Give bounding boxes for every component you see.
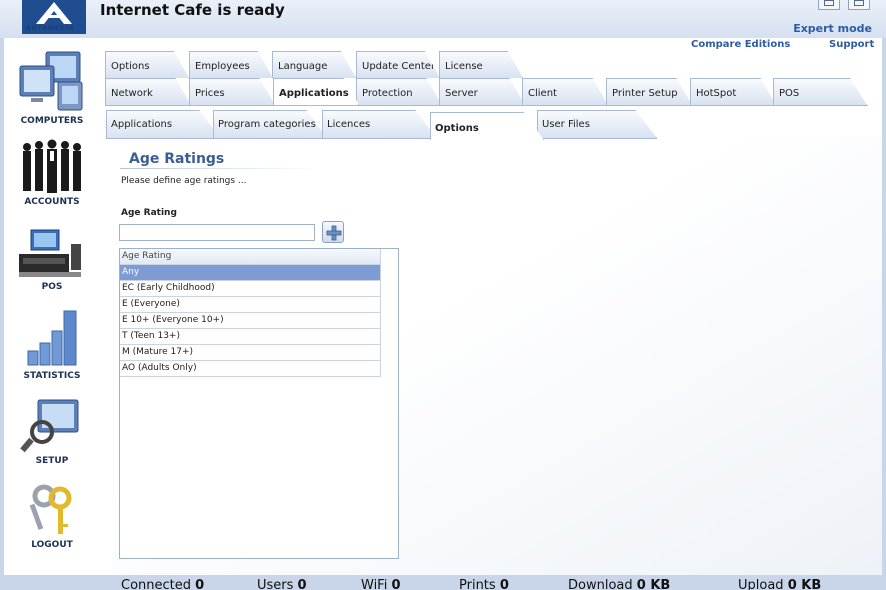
- sidebar-item-label: COMPUTERS: [20, 116, 84, 126]
- table-row[interactable]: AO (Adults Only): [120, 361, 381, 377]
- support-link[interactable]: Support: [829, 39, 874, 50]
- logo-text: ANTAMEDIA: [26, 25, 75, 32]
- sidebar-item-label: STATISTICS: [23, 371, 81, 381]
- window-icon: [824, 0, 834, 6]
- section-description: Please define age ratings ...: [121, 176, 247, 186]
- age-rating-label: Age Rating: [121, 208, 177, 218]
- pos-icon: [19, 229, 81, 277]
- sidebar-item-computers[interactable]: COMPUTERS: [0, 48, 104, 126]
- computers-icon: [19, 51, 83, 111]
- sidebar-item-setup[interactable]: SETUP: [0, 398, 104, 466]
- table-row[interactable]: E 10+ (Everyone 10+): [120, 313, 381, 329]
- add-age-rating-button[interactable]: [322, 221, 344, 243]
- sidebar-item-pos[interactable]: POS: [0, 228, 104, 292]
- sidebar-item-label: LOGOUT: [31, 540, 73, 550]
- setup-icon: [20, 399, 79, 453]
- status-download: Download 0 KB: [568, 578, 671, 590]
- sidebar-item-accounts[interactable]: ACCOUNTS: [0, 137, 104, 207]
- status-connected: Connected 0: [121, 578, 205, 590]
- sidebar-item-logout[interactable]: LOGOUT: [0, 484, 104, 550]
- close-button[interactable]: [848, 0, 870, 10]
- keys-icon: [29, 484, 72, 534]
- table-row[interactable]: M (Mature 17+): [120, 345, 381, 361]
- status-users: Users 0: [257, 578, 307, 590]
- table-row[interactable]: EC (Early Childhood): [120, 281, 381, 297]
- plus-icon: [326, 225, 342, 241]
- age-rating-table[interactable]: Age Rating Any EC (Early Childhood) E (E…: [119, 248, 399, 559]
- table-row[interactable]: E (Everyone): [120, 297, 381, 313]
- table-header: Age Rating: [120, 249, 381, 265]
- table-row[interactable]: T (Teen 13+): [120, 329, 381, 345]
- window-title: Internet Cafe is ready: [100, 1, 285, 19]
- status-wifi: WiFi 0: [361, 578, 401, 590]
- sidebar-item-label: POS: [41, 282, 63, 292]
- sidebar-item-label: SETUP: [35, 456, 69, 466]
- title-bar: ANTAMEDIA Internet Cafe is ready Expert …: [0, 0, 886, 38]
- accounts-icon: [23, 139, 81, 193]
- age-rating-input[interactable]: [119, 224, 315, 241]
- compare-editions-link[interactable]: Compare Editions: [691, 39, 790, 50]
- expert-mode-link[interactable]: Expert mode: [793, 22, 872, 35]
- table-row[interactable]: Any: [120, 265, 381, 281]
- sidebar-item-statistics[interactable]: STATISTICS: [0, 307, 104, 381]
- section-heading: Age Ratings: [129, 151, 225, 167]
- minimize-button[interactable]: [818, 0, 840, 10]
- sidebar-item-label: ACCOUNTS: [24, 197, 80, 207]
- status-upload: Upload 0 KB: [738, 578, 822, 590]
- status-prints: Prints 0: [459, 578, 509, 590]
- statistics-icon: [27, 310, 77, 366]
- window-icon: [854, 0, 864, 6]
- heading-divider: [120, 168, 320, 169]
